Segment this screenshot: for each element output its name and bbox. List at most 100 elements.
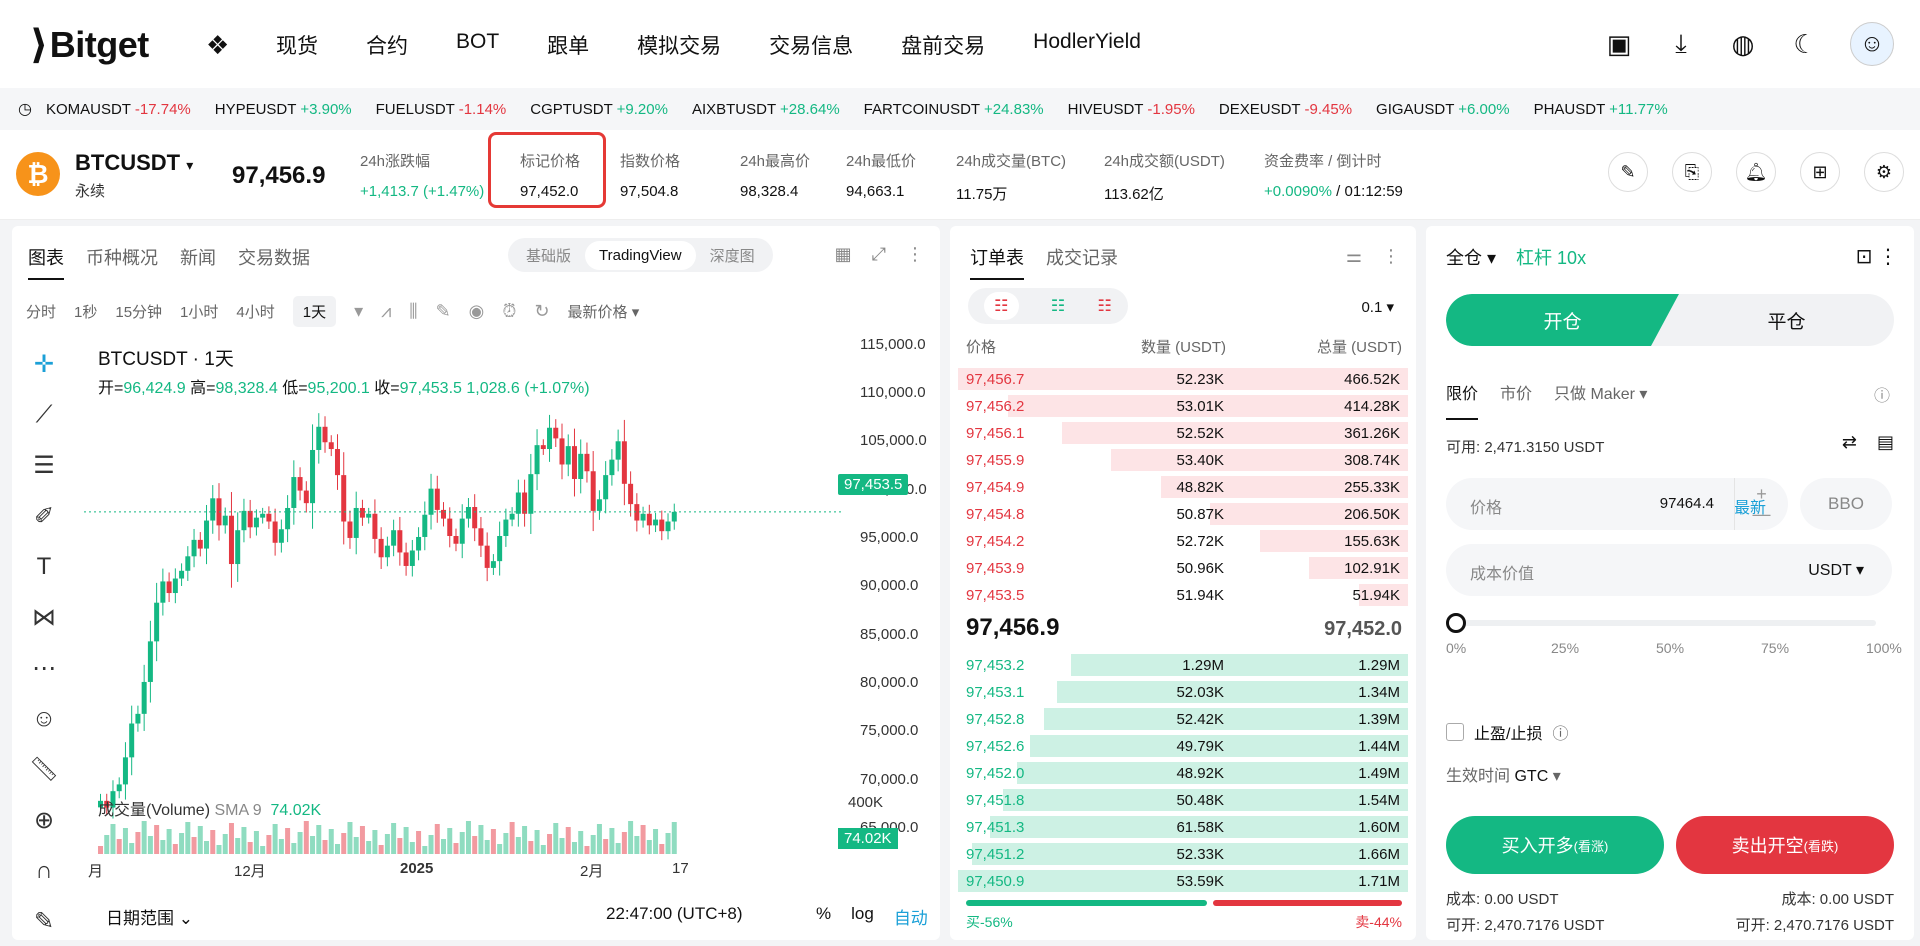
scale-opt-2[interactable]: 自动 [894, 904, 928, 929]
wallet-icon[interactable]: ▣ [1602, 29, 1636, 60]
scale-opt-1[interactable]: log [851, 904, 874, 929]
time-axis[interactable]: 月 12月 2025 2月 17 [84, 860, 844, 884]
emoji-icon[interactable]: ☺ [32, 705, 57, 733]
tpsl-toggle[interactable]: 止盈/止损 ⓘ [1446, 720, 1568, 744]
download-icon[interactable]: ⤓ [1664, 28, 1698, 60]
bid-row[interactable]: 97,452.6 49.79K 1.44M [958, 735, 1408, 757]
chart-tab-3[interactable]: 交易数据 [238, 244, 310, 280]
nav-item-5[interactable]: 交易信息 [769, 30, 853, 60]
bid-row[interactable]: 97,452.8 52.42K 1.39M [958, 708, 1408, 730]
grid-icon[interactable]: ▦ [835, 244, 852, 265]
interval-0[interactable]: 分时 [26, 301, 56, 322]
open-tab[interactable]: 开仓 [1446, 294, 1679, 346]
pencil-icon[interactable]: ✎ [436, 301, 451, 322]
bot-icon[interactable]: ⊡ ⋮ [1856, 244, 1898, 269]
view-bids-icon[interactable]: ☷ [1051, 296, 1065, 316]
notes-icon[interactable]: ✎ [1608, 152, 1648, 192]
interval-4[interactable]: 4小时 [236, 301, 274, 322]
text-icon[interactable]: T [37, 553, 52, 581]
cost-unit-select[interactable]: USDT ▾ [1808, 560, 1864, 580]
bid-row[interactable]: 97,453.2 1.29M 1.29M [958, 654, 1408, 676]
slider-track[interactable] [1456, 620, 1876, 626]
fullscreen-icon[interactable]: ⤢ [872, 244, 886, 265]
ask-row[interactable]: 97,456.2 53.01K 414.28K [958, 395, 1408, 417]
ask-row[interactable]: 97,456.7 52.23K 466.52K [958, 368, 1408, 390]
nav-item-1[interactable]: 合约 [366, 30, 408, 60]
precision-select[interactable]: 0.1 ▾ [1361, 298, 1394, 316]
magnet-icon[interactable]: ∩ [35, 857, 52, 885]
slider-mark[interactable]: 0% [1446, 640, 1466, 656]
slider-mark[interactable]: 50% [1656, 640, 1684, 656]
globe-icon[interactable]: ◍ [1726, 29, 1760, 60]
close-tab[interactable]: 平仓 [1679, 294, 1894, 346]
forecast-icon[interactable]: ⋯ [32, 654, 56, 683]
bid-row[interactable]: 97,453.1 52.03K 1.34M [958, 681, 1408, 703]
ticker-item[interactable]: HYPEUSDT +3.90% [215, 101, 352, 118]
alert-icon[interactable]: 🔔︎ [1736, 152, 1776, 192]
crosshair-icon[interactable]: ✛ [34, 350, 54, 379]
ticker-item[interactable]: DEXEUSDT -9.45% [1219, 101, 1352, 118]
ruler-icon[interactable]: 📏︎ [29, 755, 59, 784]
ticker-item[interactable]: GIGAUSDT +6.00% [1376, 101, 1510, 118]
nav-item-7[interactable]: HodlerYield [1033, 30, 1141, 60]
brush-icon[interactable]: ✐ [34, 502, 54, 531]
bid-row[interactable]: 97,451.8 50.48K 1.54M [958, 789, 1408, 811]
alarm-icon[interactable]: ⏰︎ [502, 301, 516, 322]
book-tab-1[interactable]: 成交记录 [1046, 244, 1118, 280]
apps-icon[interactable]: ❖ [206, 30, 229, 61]
zoom-icon[interactable]: ⊕ [34, 806, 54, 835]
nav-item-6[interactable]: 盘前交易 [901, 30, 985, 60]
chevron-down-icon[interactable]: ▾ [354, 301, 363, 322]
price-stepper[interactable]: + — [1734, 478, 1788, 530]
amount-slider[interactable]: 0% 25% 50% 75% 100% [1446, 612, 1902, 656]
indicator-icon[interactable]: ⩘ [381, 301, 391, 322]
interval-3[interactable]: 1小时 [180, 301, 218, 322]
more-icon[interactable]: ⋮ [1382, 246, 1400, 267]
calculator-icon[interactable]: ▤ [1877, 432, 1894, 453]
leverage-button[interactable]: 杠杆 10x [1516, 244, 1586, 270]
book-icon[interactable]: ⊞ [1800, 152, 1840, 192]
order-type-2[interactable]: 只做 Maker ▾ [1554, 380, 1647, 420]
lock-icon[interactable]: ✎ [34, 907, 54, 936]
bbo-button[interactable]: BBO [1800, 478, 1892, 530]
bitget-logo[interactable]: ⟩ Bitget [30, 22, 149, 68]
refresh-icon[interactable]: ↻ [534, 301, 549, 322]
filter-icon[interactable]: ⚌ [1346, 246, 1362, 267]
ticker-item[interactable]: KOMAUSDT -17.74% [46, 101, 191, 118]
time-in-force[interactable]: 生效时间 GTC ▾ [1446, 762, 1561, 786]
slider-handle[interactable] [1446, 613, 1466, 633]
cost-input[interactable]: 成本价值 USDT ▾ [1446, 544, 1892, 596]
slider-mark[interactable]: 100% [1866, 640, 1902, 656]
ticker-item[interactable]: AIXBTUSDT +28.64% [692, 101, 840, 118]
chart-tab-0[interactable]: 图表 [28, 244, 64, 280]
ask-row[interactable]: 97,453.9 50.96K 102.91K [958, 557, 1408, 579]
tpsl-checkbox[interactable] [1446, 723, 1464, 741]
ticker-item[interactable]: FARTCOINUSDT +24.83% [864, 101, 1044, 118]
sell-short-button[interactable]: 卖出开空 (看跌) [1676, 816, 1894, 874]
interval-2[interactable]: 15分钟 [115, 301, 162, 322]
info-icon[interactable]: ⓘ [1552, 720, 1568, 744]
chart-view-2[interactable]: 深度图 [696, 239, 769, 272]
chart-view-0[interactable]: 基础版 [512, 239, 585, 272]
symbol-selector[interactable]: BTCUSDT ▾ [75, 150, 193, 176]
dark-mode-icon[interactable]: ☾ [1788, 29, 1822, 60]
more-icon[interactable]: ⋮ [906, 244, 924, 265]
ask-row[interactable]: 97,454.2 52.72K 155.63K [958, 530, 1408, 552]
nav-item-3[interactable]: 跟单 [547, 30, 589, 60]
fib-icon[interactable]: ☰ [33, 451, 55, 480]
date-range-button[interactable]: 日期范围 ⌄ [106, 904, 193, 929]
nav-item-0[interactable]: 现货 [276, 30, 318, 60]
book-tab-0[interactable]: 订单表 [970, 244, 1024, 280]
buy-long-button[interactable]: 买入开多 (看涨) [1446, 816, 1664, 874]
ticker-item[interactable]: HIVEUSDT -1.95% [1068, 101, 1195, 118]
pattern-icon[interactable]: ⋈ [32, 603, 56, 632]
nav-item-4[interactable]: 模拟交易 [637, 30, 721, 60]
candle-type-icon[interactable]: ⫼ [409, 301, 417, 322]
bid-row[interactable]: 97,450.9 53.59K 1.71M [958, 870, 1408, 892]
view-asks-icon[interactable]: ☷ [1097, 296, 1111, 316]
view-both-icon[interactable]: ☷ [984, 292, 1019, 320]
order-type-1[interactable]: 市价 [1500, 380, 1532, 420]
ticker-item[interactable]: CGPTUSDT +9.20% [530, 101, 668, 118]
price-type-select[interactable]: 最新价格 ▾ [568, 301, 640, 322]
price-input[interactable]: 价格 97464.4 最新 + — [1446, 478, 1788, 530]
